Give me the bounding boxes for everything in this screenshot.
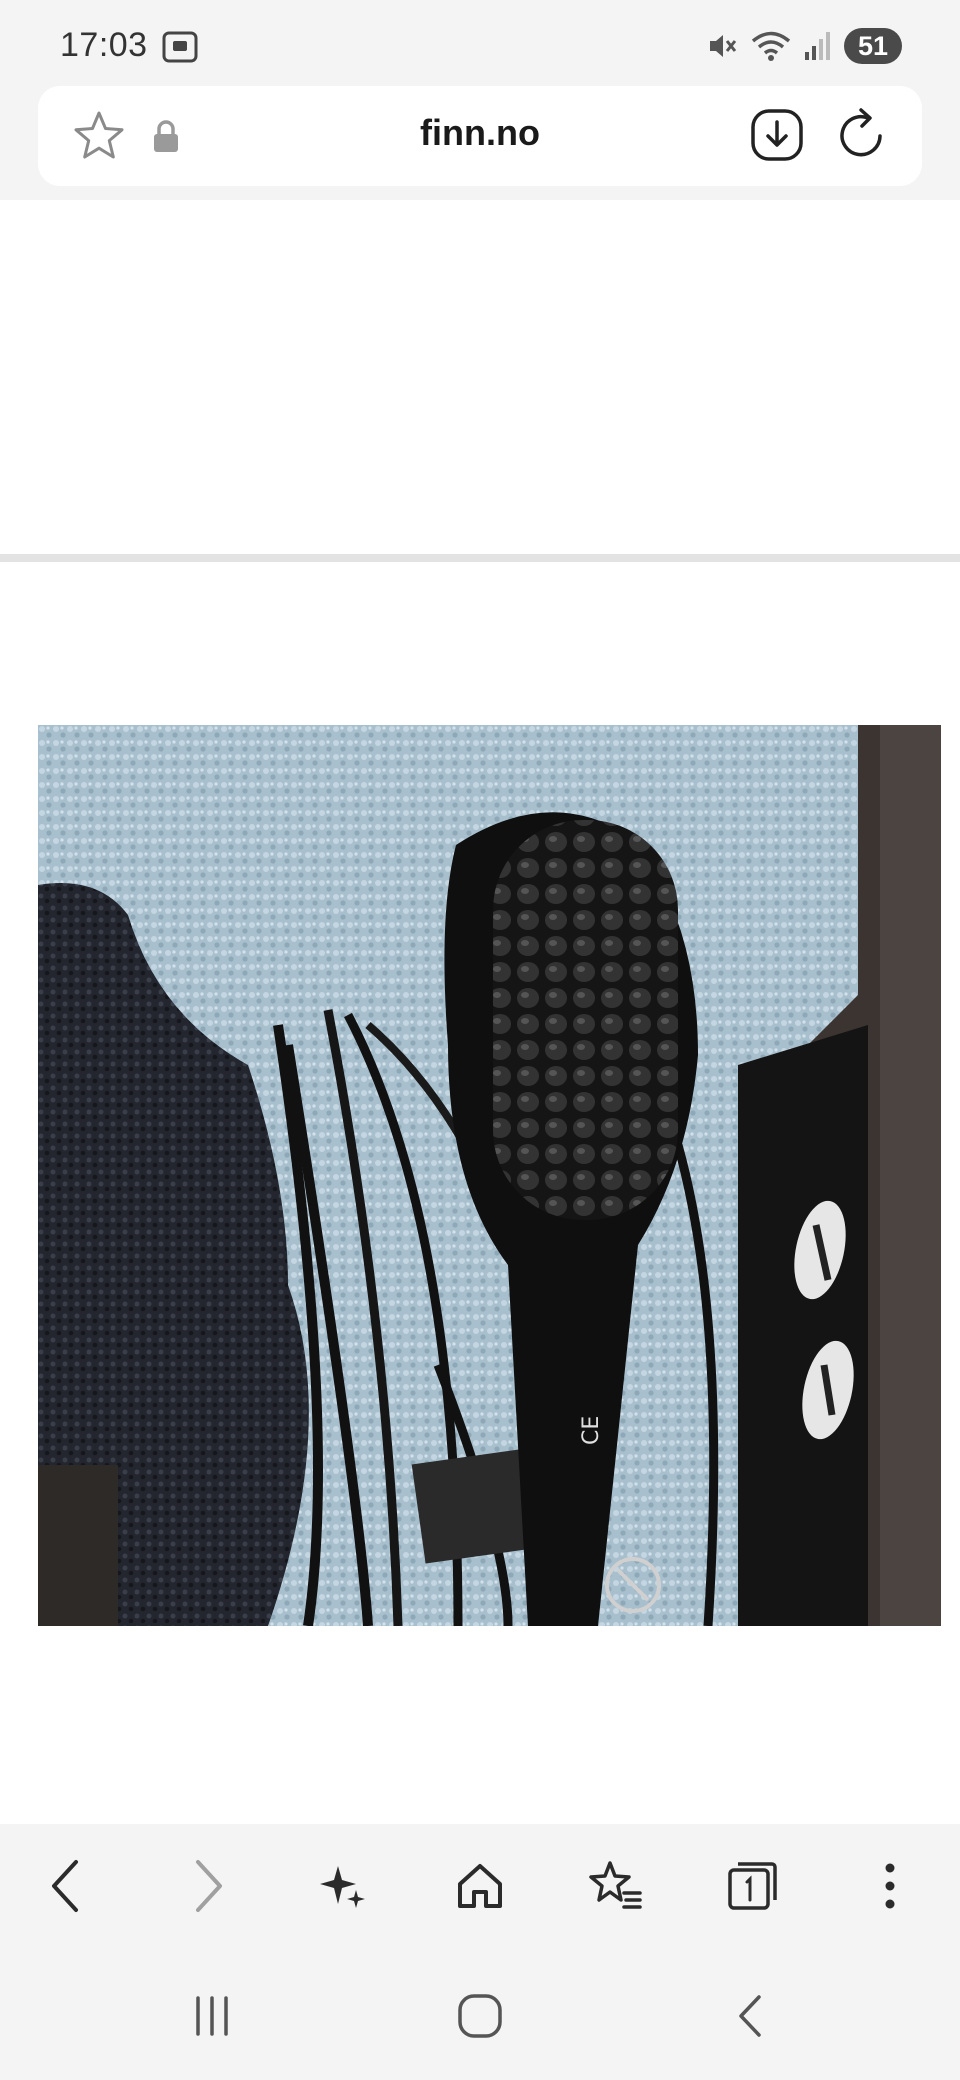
forward-button[interactable] <box>172 1850 244 1922</box>
system-back-button[interactable] <box>710 1976 790 2056</box>
back-button[interactable] <box>30 1850 102 1922</box>
bookmarks-star-list-icon <box>589 1861 642 1909</box>
ai-assistant-button[interactable] <box>306 1850 378 1922</box>
status-time: 17:03 <box>60 26 148 64</box>
screenshot-icon <box>162 31 198 63</box>
svg-text:CE: CE <box>579 1416 604 1445</box>
home-button[interactable] <box>444 1850 516 1922</box>
browser-address-area: finn.no <box>0 86 960 200</box>
url-bar[interactable]: finn.no <box>38 86 922 186</box>
home-circle-icon <box>458 1994 502 2038</box>
bookmarks-button[interactable] <box>580 1850 652 1922</box>
status-bar: 17:03 51 <box>0 0 960 86</box>
wifi-icon <box>751 31 791 61</box>
system-home-button[interactable] <box>440 1976 520 2056</box>
back-arrow-icon <box>739 1995 761 2037</box>
battery-badge: 51 <box>844 28 902 64</box>
page-content: CE <box>0 200 960 1824</box>
more-vertical-icon <box>885 1863 895 1909</box>
download-icon[interactable] <box>750 108 804 162</box>
chevron-left-icon <box>52 1860 78 1912</box>
recent-apps-icon <box>196 1996 228 2036</box>
tabs-icon <box>728 1862 777 1910</box>
browser-toolbar <box>0 1824 960 1948</box>
reload-icon[interactable] <box>834 106 890 164</box>
listing-photo[interactable]: CE <box>38 725 941 1626</box>
system-navigation-bar <box>0 1948 960 2080</box>
signal-icon <box>805 32 830 60</box>
section-divider <box>0 554 960 562</box>
recent-apps-button[interactable] <box>172 1976 252 2056</box>
chevron-right-icon <box>196 1860 222 1912</box>
sparkle-icon <box>320 1866 365 1908</box>
more-menu-button[interactable] <box>854 1850 926 1922</box>
mute-icon <box>710 35 737 57</box>
tabs-button[interactable] <box>716 1850 788 1922</box>
home-icon <box>458 1864 502 1908</box>
status-icons: 51 <box>706 26 902 66</box>
